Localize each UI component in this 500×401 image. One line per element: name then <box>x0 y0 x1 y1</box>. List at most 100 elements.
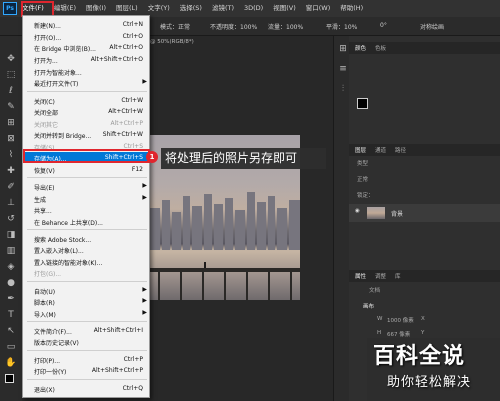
instruction-callout: 将处理后的照片另存即可 <box>161 148 326 169</box>
menu-item-search-stock[interactable]: 搜索 Adobe Stock... <box>23 233 151 244</box>
eye-icon[interactable]: ◉ <box>355 208 360 214</box>
quick-select-tool-icon[interactable]: ✎ <box>5 102 17 113</box>
menu-item-open-smart-object[interactable]: 打开为智能对象... <box>23 66 151 77</box>
submenu-arrow-icon: ▶ <box>142 286 147 293</box>
menu-item-place-embedded[interactable]: 置入嵌入对象(L)... <box>23 244 151 255</box>
document-tab[interactable]: @ 50%(RGB/8*) <box>150 39 194 50</box>
submenu-arrow-icon: ▶ <box>142 194 147 201</box>
height-field[interactable]: 667 像素 <box>387 330 410 338</box>
y-label: Y <box>421 330 425 336</box>
menu-separator <box>27 379 147 380</box>
menu-item-close-all[interactable]: 关闭全部 Alt+Ctrl+W <box>23 106 151 117</box>
frame-tool-icon[interactable]: ⊠ <box>5 134 17 145</box>
panel-icon-strip: ⊞ ≡ ⫶ <box>333 36 349 401</box>
x-label: X <box>421 316 425 322</box>
submenu-arrow-icon: ▶ <box>142 182 147 189</box>
menu-separator <box>27 321 147 322</box>
stamp-tool-icon[interactable]: ⊥ <box>5 198 17 209</box>
menu-item-automate[interactable]: 自动(U) ▶ <box>23 285 151 296</box>
marquee-tool-icon[interactable]: ⬚ <box>5 70 17 81</box>
menu-item-exit[interactable]: 退出(X) Ctrl+Q <box>23 383 151 394</box>
menu-item-place-linked[interactable]: 置入链接的智能对象(K)... <box>23 256 151 267</box>
menu-item-package[interactable]: 打包(G)... <box>23 267 151 278</box>
angle-field[interactable]: 0° <box>380 22 387 29</box>
mode-field[interactable]: 模式：正常 <box>160 22 190 31</box>
menu-item-browse-bridge[interactable]: 在 Bridge 中浏览(B)... Alt+Ctrl+O <box>23 42 151 53</box>
brush-tool-icon[interactable]: ✐ <box>5 182 17 193</box>
tab-color[interactable]: 颜色 <box>355 44 366 52</box>
flow-field[interactable]: 流量：100% <box>268 22 303 31</box>
layer-name: 背景 <box>391 211 404 218</box>
menu-item-import[interactable]: 导入(M) ▶ <box>23 308 151 319</box>
history-brush-tool-icon[interactable]: ↺ <box>5 214 17 225</box>
menu-item-print[interactable]: 打印(P)... Ctrl+P <box>23 354 151 365</box>
menu-item-generate[interactable]: 生成 ▶ <box>23 193 151 204</box>
foreground-color-swatch[interactable] <box>5 374 14 383</box>
eyedropper-tool-icon[interactable]: ⌇ <box>5 150 17 161</box>
healing-tool-icon[interactable]: ✚ <box>5 166 17 177</box>
eraser-tool-icon[interactable]: ◨ <box>5 230 17 241</box>
dodge-tool-icon[interactable]: ● <box>5 278 17 289</box>
menu-help[interactable]: 帮助(H) <box>335 0 368 17</box>
adjust-panel-icon[interactable]: ⫶ <box>337 84 349 95</box>
submenu-arrow-icon: ▶ <box>142 309 147 316</box>
tab-channels[interactable]: 通道 <box>375 146 386 154</box>
menu-item-recent-files[interactable]: 最近打开文件(T) ▶ <box>23 77 151 88</box>
city-skyline <box>150 192 300 250</box>
menu-item-export[interactable]: 导出(E) ▶ <box>23 181 151 192</box>
layer-row-background[interactable]: ◉ 背景 <box>349 204 500 222</box>
foreground-swatch[interactable] <box>357 98 368 109</box>
menu-item-version-history[interactable]: 版本历史记录(V) <box>23 336 151 347</box>
blur-tool-icon[interactable]: ◈ <box>5 262 17 273</box>
menu-item-scripts[interactable]: 脚本(R) ▶ <box>23 296 151 307</box>
menu-item-close[interactable]: 关闭(C) Ctrl+W <box>23 95 151 106</box>
menu-select[interactable]: 选择(S) <box>175 0 207 17</box>
height-label: H <box>377 330 382 336</box>
type-tool-icon[interactable]: T <box>5 310 17 321</box>
blend-mode-select[interactable]: 正常 <box>357 175 368 183</box>
tab-swatches[interactable]: 色板 <box>375 44 386 52</box>
tools-panel: ✥ ⬚ ℓ ✎ ⊞ ⊠ ⌇ ✚ ✐ ⊥ ↺ ◨ ▥ ◈ ● ✒ T ↖ ▭ ✋ <box>0 36 22 401</box>
shape-tool-icon[interactable]: ▭ <box>5 342 17 353</box>
canvas-section-label: 画布 <box>363 304 375 310</box>
history-panel-icon[interactable]: ⊞ <box>337 44 349 55</box>
menu-item-share[interactable]: 共享... <box>23 204 151 215</box>
gradient-tool-icon[interactable]: ▥ <box>5 246 17 257</box>
menu-item-share-behance[interactable]: 在 Behance 上共享(D)... <box>23 216 151 227</box>
width-field[interactable]: 1000 像素 <box>387 316 414 324</box>
path-select-tool-icon[interactable]: ↖ <box>5 326 17 337</box>
tab-layers[interactable]: 图层 <box>355 146 366 154</box>
tab-adjustments[interactable]: 调整 <box>375 272 386 280</box>
menu-item-file-info[interactable]: 文件简介(F)... Alt+Shift+Ctrl+I <box>23 325 151 336</box>
smooth-field[interactable]: 平滑：10% <box>326 22 357 31</box>
color-panel-tabs: 颜色 色板 <box>349 42 500 54</box>
watermark: 百科全说 助你轻松解决 <box>367 338 500 401</box>
layer-kind-filter[interactable]: 类型 <box>357 159 368 167</box>
move-tool-icon[interactable]: ✥ <box>5 54 17 65</box>
menu-item-open-as[interactable]: 打开为... Alt+Shift+Ctrl+O <box>23 54 151 65</box>
menu-item-print-one[interactable]: 打印一份(Y) Alt+Shift+Ctrl+P <box>23 365 151 376</box>
opacity-field[interactable]: 不透明度：100% <box>210 22 257 31</box>
properties-panel-icon[interactable]: ≡ <box>337 64 349 75</box>
menu-view[interactable]: 视图(V) <box>268 0 301 17</box>
tab-paths[interactable]: 路径 <box>395 146 406 154</box>
menu-filter[interactable]: 滤镜(T) <box>207 0 239 17</box>
crop-tool-icon[interactable]: ⊞ <box>5 118 17 129</box>
symmetry-toggle[interactable]: 对称绘画 <box>420 22 444 31</box>
menu-item-new[interactable]: 新建(N)... Ctrl+N <box>23 19 151 30</box>
menu-separator <box>27 350 147 351</box>
menu-item-close-go-bridge[interactable]: 关闭并转到 Bridge... Shift+Ctrl+W <box>23 129 151 140</box>
menu-separator <box>27 281 147 282</box>
menu-item-revert[interactable]: 恢复(V) F12 <box>23 164 151 175</box>
menu-3d[interactable]: 3D(D) <box>239 0 268 17</box>
tab-properties[interactable]: 属性 <box>355 272 366 280</box>
file-menu-dropdown: 新建(N)... Ctrl+N 打开(O)... Ctrl+O 在 Bridge 中… <box>22 15 151 398</box>
menu-window[interactable]: 窗口(W) <box>301 0 336 17</box>
menu-item-close-others[interactable]: 关闭其它 Alt+Ctrl+P <box>23 118 151 129</box>
hand-tool-icon[interactable]: ✋ <box>5 358 17 369</box>
submenu-arrow-icon: ▶ <box>142 78 147 85</box>
tab-libraries[interactable]: 库 <box>395 272 401 280</box>
pen-tool-icon[interactable]: ✒ <box>5 294 17 305</box>
lasso-tool-icon[interactable]: ℓ <box>5 86 17 97</box>
menu-item-open[interactable]: 打开(O)... Ctrl+O <box>23 31 151 42</box>
